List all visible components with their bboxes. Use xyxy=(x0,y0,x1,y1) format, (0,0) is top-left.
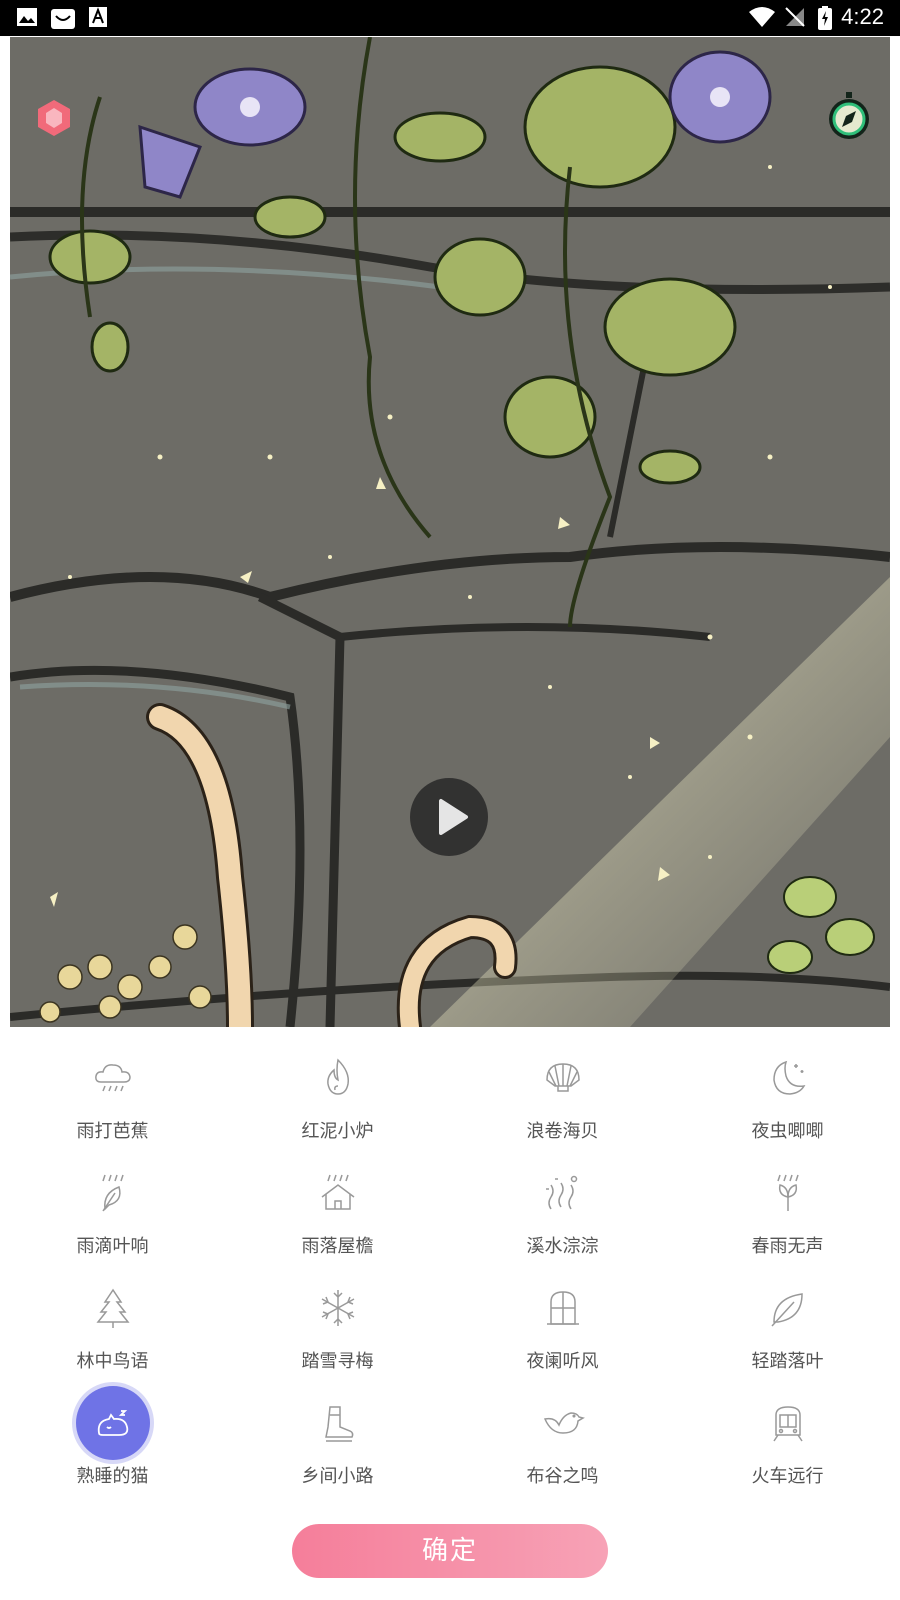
play-icon xyxy=(439,799,468,835)
moon-stars-icon xyxy=(751,1041,825,1115)
sound-label: 雨滴叶响 xyxy=(76,1236,149,1257)
status-time: 4:22 xyxy=(841,4,884,29)
sound-label: 乡间小路 xyxy=(301,1466,374,1487)
rain-house-icon xyxy=(301,1156,375,1230)
status-bar: 4:22 xyxy=(0,0,900,36)
wifi-icon xyxy=(749,7,775,27)
sound-label: 轻踏落叶 xyxy=(751,1351,824,1372)
sound-label: 雨落屋檐 xyxy=(301,1236,374,1257)
sound-label: 夜虫唧唧 xyxy=(751,1121,824,1142)
snowflake-icon xyxy=(301,1271,375,1345)
sound-item-night-wind[interactable]: 夜阑听风 xyxy=(450,1271,675,1386)
sound-label: 熟睡的猫 xyxy=(76,1466,149,1487)
rain-leaf-icon xyxy=(76,1156,150,1230)
battery-charging-icon xyxy=(818,6,832,30)
sound-item-forest-birds[interactable]: 林中鸟语 xyxy=(0,1271,225,1386)
hexagon-button[interactable] xyxy=(36,99,72,141)
train-icon xyxy=(751,1386,825,1460)
window-icon xyxy=(526,1271,600,1345)
compass-icon xyxy=(829,92,869,139)
boot-icon xyxy=(301,1386,375,1460)
sleeping-cat-icon xyxy=(75,1386,150,1460)
sound-label: 春雨无声 xyxy=(751,1236,824,1257)
sound-label: 溪水淙淙 xyxy=(526,1236,599,1257)
sound-item-rain-eaves[interactable]: 雨落屋檐 xyxy=(225,1156,450,1271)
sound-item-waves-shell[interactable]: 浪卷海贝 xyxy=(450,1041,675,1156)
sound-label: 雨打芭蕉 xyxy=(76,1121,149,1142)
sound-item-clay-stove[interactable]: 红泥小炉 xyxy=(225,1041,450,1156)
image-icon xyxy=(17,8,37,26)
sound-item-cuckoo[interactable]: 布谷之鸣 xyxy=(450,1386,675,1501)
rain-sprout-icon xyxy=(751,1156,825,1230)
sound-label: 火车远行 xyxy=(751,1466,824,1487)
sound-label: 林中鸟语 xyxy=(76,1351,149,1372)
sound-label: 红泥小炉 xyxy=(301,1121,374,1142)
leaf-icon xyxy=(751,1271,825,1345)
sound-item-night-insects[interactable]: 夜虫唧唧 xyxy=(675,1041,900,1156)
compass-button[interactable] xyxy=(828,89,870,145)
sound-item-snow-plum[interactable]: 踏雪寻梅 xyxy=(225,1271,450,1386)
bird-icon xyxy=(526,1386,600,1460)
stream-icon xyxy=(526,1156,600,1230)
no-signal-icon xyxy=(785,7,805,27)
flame-icon xyxy=(301,1041,375,1115)
sound-item-fallen-leaves[interactable]: 轻踏落叶 xyxy=(675,1271,900,1386)
sound-label: 踏雪寻梅 xyxy=(301,1351,374,1372)
sound-label: 浪卷海贝 xyxy=(526,1121,599,1142)
sound-label: 布谷之鸣 xyxy=(526,1466,599,1487)
sound-item-country-road[interactable]: 乡间小路 xyxy=(225,1386,450,1501)
sound-item-rain-banana[interactable]: 雨打芭蕉 xyxy=(0,1041,225,1156)
sound-label: 夜阑听风 xyxy=(526,1351,599,1372)
sound-item-rain-leaves[interactable]: 雨滴叶响 xyxy=(0,1156,225,1271)
scene-artwork xyxy=(10,37,890,1027)
pine-tree-icon xyxy=(76,1271,150,1345)
seashell-icon xyxy=(526,1041,600,1115)
app-store-icon xyxy=(51,9,75,29)
scene-illustration xyxy=(10,37,890,1027)
sound-item-sleeping-cat[interactable]: 熟睡的猫 xyxy=(0,1386,225,1501)
hexagon-icon xyxy=(38,100,70,136)
sound-item-stream[interactable]: 溪水淙淙 xyxy=(450,1156,675,1271)
confirm-button[interactable]: 确定 xyxy=(292,1524,608,1578)
sound-picker-sheet: 雨打芭蕉 红泥小炉 浪卷海贝 夜虫唧唧 雨滴叶响 雨落屋檐 溪水淙淙 春雨无声 … xyxy=(0,1027,900,1600)
sound-item-spring-rain[interactable]: 春雨无声 xyxy=(675,1156,900,1271)
play-button[interactable] xyxy=(410,778,488,856)
sound-grid: 雨打芭蕉 红泥小炉 浪卷海贝 夜虫唧唧 雨滴叶响 雨落屋檐 溪水淙淙 春雨无声 … xyxy=(0,1041,900,1501)
rain-cloud-icon xyxy=(76,1041,150,1115)
font-icon xyxy=(89,7,107,27)
sound-item-train-journey[interactable]: 火车远行 xyxy=(675,1386,900,1501)
